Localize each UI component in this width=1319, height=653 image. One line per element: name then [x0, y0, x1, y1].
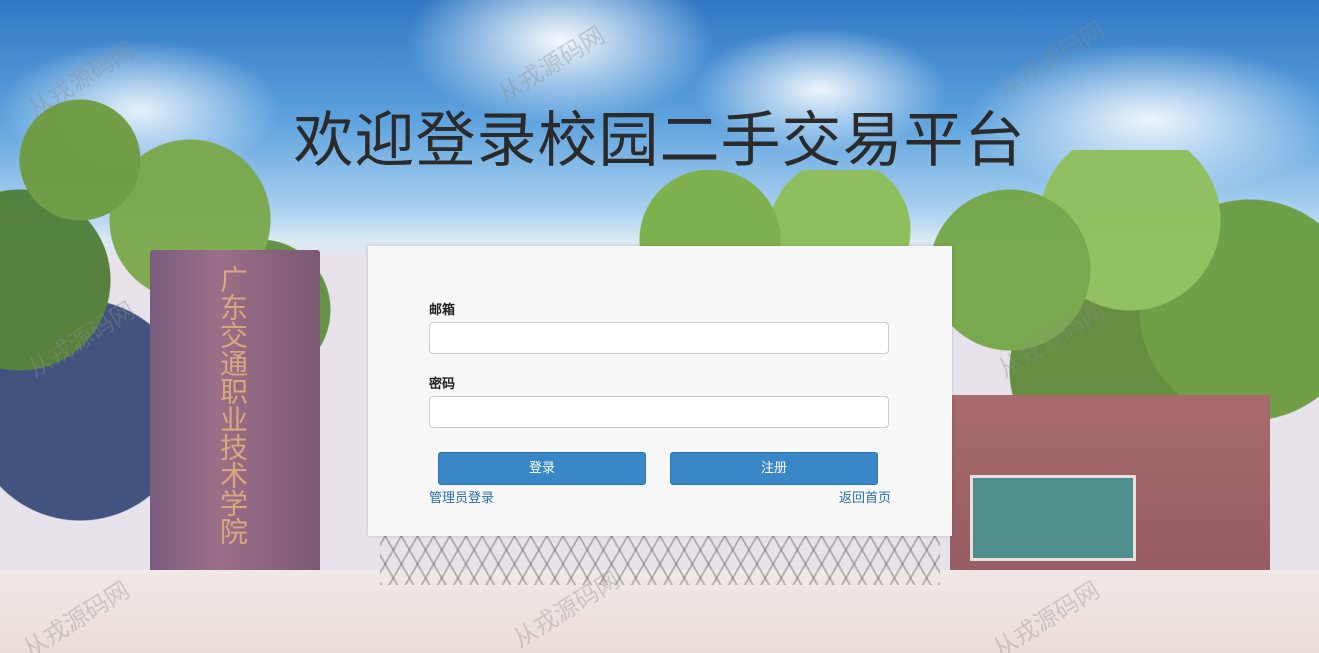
page-title: 欢迎登录校园二手交易平台	[293, 106, 1026, 176]
watermark: 从戎源码网	[993, 15, 1110, 104]
back-home-link[interactable]: 返回首页	[839, 487, 891, 506]
email-label: 邮箱	[429, 303, 456, 318]
password-field[interactable]	[429, 396, 889, 428]
password-label: 密码	[429, 377, 456, 392]
login-panel: 邮箱 密码 登录 注册 管理员登录 返回首页	[368, 246, 952, 536]
email-field[interactable]	[429, 322, 889, 354]
background-gate-rail	[380, 535, 940, 585]
login-button[interactable]: 登录	[438, 452, 646, 485]
login-page: 广东交通职业技术学院 从戎源码网 从戎源码网 从戎源码网 从戎源码网 从戎源码网…	[0, 0, 1319, 653]
register-button[interactable]: 注册	[670, 452, 878, 485]
background-building-window	[970, 475, 1136, 561]
gate-inscription: 广东交通职业技术学院	[216, 265, 249, 545]
admin-login-link[interactable]: 管理员登录	[429, 487, 494, 506]
